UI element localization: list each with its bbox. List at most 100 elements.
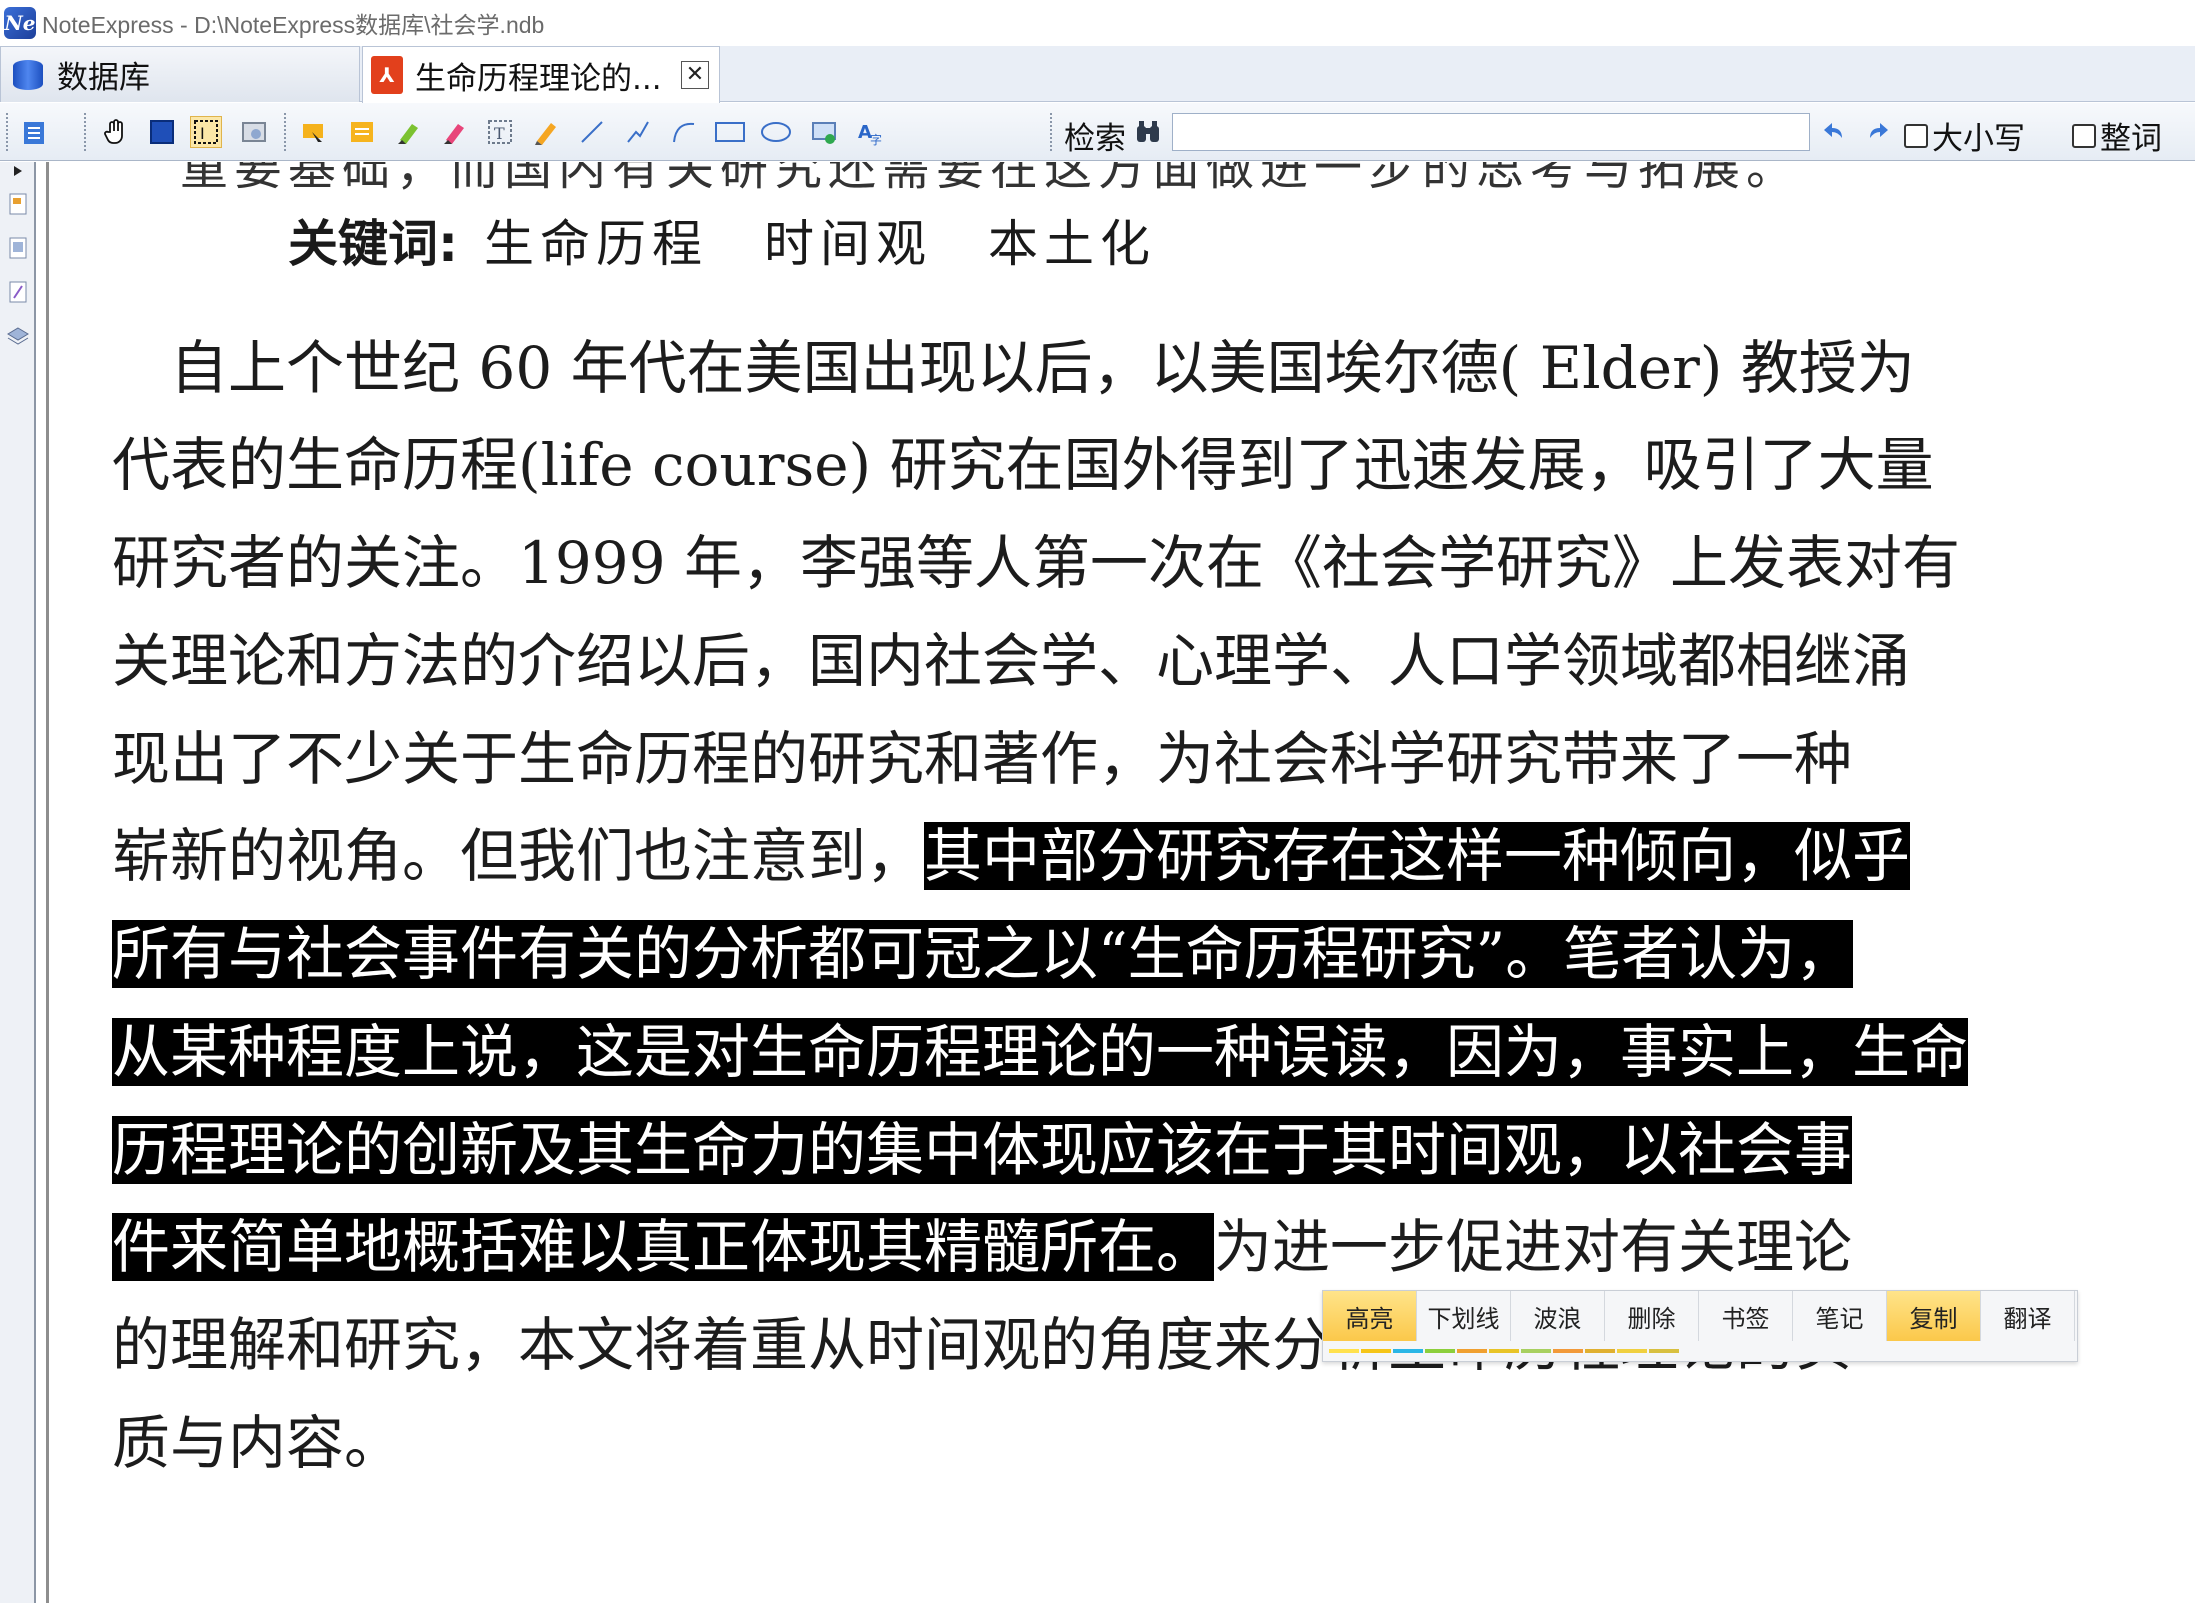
whole-word-box[interactable] (2072, 123, 2096, 148)
text-line[interactable]: 历程理论的创新及其生命力的集中体现应该在于其时间观，以社会事 (112, 1116, 2077, 1184)
ellipse-tool-icon[interactable] (760, 116, 792, 148)
selected-text[interactable]: 件来简单地概括难以真正体现其精髓所在。 (112, 1213, 1215, 1281)
color-swatch[interactable] (1393, 1349, 1423, 1353)
color-swatch[interactable] (1361, 1349, 1391, 1353)
tab-database[interactable]: 数据库 (0, 46, 360, 102)
svg-text:I: I (200, 124, 205, 143)
search-label: 检索 (1064, 121, 1126, 157)
text-select-icon[interactable]: I (190, 116, 222, 148)
match-case-label: 大小写 (1932, 121, 2025, 157)
popup-button-5[interactable]: 笔记 (1793, 1291, 1887, 1341)
search-previous-icon[interactable] (1818, 116, 1850, 148)
selected-text[interactable]: 从某种程度上说，这是对生命历程理论的一种误读，因为，事实上，生命 (112, 1018, 1969, 1086)
text-line[interactable]: 关理论和方法的介绍以后，国内社会学、心理学、人口学领域都相继涌 (112, 627, 2077, 695)
pdf-document-view[interactable]: 重要基础，而国内有关研究还需要在这方面做进一步的思考与拓展。 关键词: 生命历程… (52, 162, 2195, 1603)
search-next-icon[interactable] (1862, 116, 1894, 148)
color-swatch[interactable] (1649, 1349, 1679, 1353)
selected-text[interactable]: 所有与社会事件有关的分析都可冠之以“生命历程研究”。笔者认为， (112, 920, 1854, 988)
color-swatch[interactable] (1489, 1349, 1519, 1353)
text-line[interactable]: 崭新的视角。但我们也注意到， 其中部分研究存在这样一种倾向，似乎 (112, 822, 2077, 890)
popup-button-7[interactable]: 翻译 (1981, 1291, 2075, 1341)
side-panel-strip (0, 162, 36, 1603)
selected-text[interactable]: 历程理论的创新及其生命力的集中体现应该在于其时间观，以社会事 (112, 1116, 1853, 1184)
previous-text-line: 重要基础，而国内有关研究还需要在这方面做进一步的思考与拓展。 (180, 162, 1801, 196)
insert-image-icon[interactable] (808, 116, 840, 148)
highlighter-green-icon[interactable] (392, 116, 424, 148)
color-swatch[interactable] (1617, 1349, 1647, 1353)
thumbnail-panel-icon[interactable] (6, 236, 30, 260)
popup-button-1[interactable]: 下划线 (1417, 1291, 1511, 1341)
color-swatch[interactable] (1425, 1349, 1455, 1353)
tab-close-button[interactable]: ✕ (681, 61, 709, 89)
text-segment[interactable]: 质与内容。 (112, 1409, 402, 1477)
text-line[interactable]: 研究者的关注。1999 年，李强等人第一次在《社会学研究》上发表对有 (112, 529, 2077, 597)
text-line[interactable]: 自上个世纪 60 年代在美国出现以后，以美国埃尔德( Elder) 教授为 (112, 334, 2077, 402)
app-logo-icon: Ne (4, 7, 36, 39)
text-line[interactable]: 件来简单地概括难以真正体现其精髓所在。 为进一步促进对有关理论 (112, 1213, 2077, 1281)
notes-panel-icon[interactable] (6, 280, 30, 304)
text-segment[interactable]: 关理论和方法的介绍以后，国内社会学、心理学、人口学领域都相继涌 (112, 627, 1910, 695)
bookmark-panel-icon[interactable] (6, 192, 30, 216)
line-tool-icon[interactable] (576, 116, 608, 148)
whole-word-checkbox[interactable]: 整词 (2072, 113, 2162, 158)
text-line[interactable]: 质与内容。 (112, 1409, 2077, 1477)
toolbar-grip[interactable] (1050, 113, 1054, 151)
toolbar-grip[interactable] (84, 113, 88, 151)
panel-divider[interactable] (46, 162, 49, 1603)
text-segment[interactable]: 为进一步促进对有关理论 (1214, 1213, 1852, 1281)
tab-database-label: 数据库 (57, 60, 150, 96)
annotation-popup-toolbar: 高亮 下划线 波浪 删除 书签 笔记 复制 翻译 (1322, 1290, 2078, 1362)
popup-button-3[interactable]: 删除 (1605, 1291, 1699, 1341)
popup-button-6[interactable]: 复制 (1887, 1291, 1981, 1341)
color-swatch[interactable] (1457, 1349, 1487, 1353)
text-line[interactable]: 现出了不少关于生命历程的研究和著作，为社会科学研究带来了一种 (112, 725, 2077, 793)
popup-button-2[interactable]: 波浪 (1511, 1291, 1605, 1341)
translate-icon[interactable]: A字 (854, 116, 886, 148)
title-bar: Ne NoteExpress - D:\NoteExpress数据库\社会学.n… (0, 0, 2195, 46)
snapshot-icon[interactable] (238, 116, 270, 148)
svg-text:字: 字 (870, 132, 882, 146)
match-case-checkbox[interactable]: 大小写 (1904, 113, 2025, 158)
sticky-note-icon[interactable] (346, 116, 378, 148)
text-segment[interactable]: 研究者的关注。1999 年，李强等人第一次在《社会学研究》上发表对有 (112, 529, 1960, 597)
keywords-label: 关键词: (288, 215, 458, 273)
select-rect-icon[interactable] (146, 116, 178, 148)
outline-icon[interactable] (18, 116, 50, 148)
text-segment[interactable]: 自上个世纪 60 年代在美国出现以后，以美国埃尔德( Elder) 教授为 (112, 334, 1915, 402)
search-input[interactable] (1172, 113, 1810, 151)
popup-button-0[interactable]: 高亮 (1323, 1291, 1417, 1341)
keywords-values: 生命历程 时间观 本土化 (484, 215, 1156, 273)
text-segment[interactable]: 代表的生命历程(life course) 研究在国外得到了迅速发展，吸引了大量 (112, 431, 1934, 499)
text-line[interactable]: 从某种程度上说，这是对生命历程理论的一种误读，因为，事实上，生命 (112, 1018, 2077, 1086)
highlighter-pink-icon[interactable] (438, 116, 470, 148)
tab-document-label: 生命历程理论的... (415, 60, 662, 97)
color-swatch[interactable] (1585, 1349, 1615, 1353)
color-swatch[interactable] (1329, 1349, 1359, 1353)
text-line[interactable]: 所有与社会事件有关的分析都可冠之以“生命历程研究”。笔者认为， (112, 920, 2077, 988)
pdf-icon: ⅄ (371, 56, 403, 94)
toolbar-grip[interactable] (6, 113, 10, 151)
binoculars-icon[interactable] (1132, 116, 1164, 148)
tab-document[interactable]: ⅄ 生命历程理论的... ✕ (362, 46, 720, 103)
text-segment[interactable]: 崭新的视角。但我们也注意到， (112, 822, 924, 890)
text-line[interactable]: 代表的生命历程(life course) 研究在国外得到了迅速发展，吸引了大量 (112, 431, 2077, 499)
toolbar-grip[interactable] (284, 113, 288, 151)
svg-text:T: T (494, 124, 505, 143)
hand-tool-icon[interactable] (100, 116, 132, 148)
popup-button-4[interactable]: 书签 (1699, 1291, 1793, 1341)
layers-panel-icon[interactable] (6, 324, 30, 348)
expand-panel-icon[interactable] (14, 166, 22, 176)
highlight-area-icon[interactable] (298, 116, 330, 148)
pencil-icon[interactable] (530, 116, 562, 148)
color-swatch[interactable] (1553, 1349, 1583, 1353)
curve-tool-icon[interactable] (668, 116, 700, 148)
text-box-icon[interactable]: T (484, 116, 516, 148)
color-swatch[interactable] (1521, 1349, 1551, 1353)
text-segment[interactable]: 现出了不少关于生命历程的研究和著作，为社会科学研究带来了一种 (112, 725, 1852, 793)
tab-bar: 数据库 ⅄ 生命历程理论的... ✕ (0, 46, 2195, 103)
selected-text[interactable]: 其中部分研究存在这样一种倾向，似乎 (924, 822, 1911, 890)
rectangle-tool-icon[interactable] (714, 116, 746, 148)
match-case-box[interactable] (1904, 123, 1928, 148)
color-swatches[interactable] (1329, 1349, 1681, 1355)
polyline-tool-icon[interactable] (622, 116, 654, 148)
